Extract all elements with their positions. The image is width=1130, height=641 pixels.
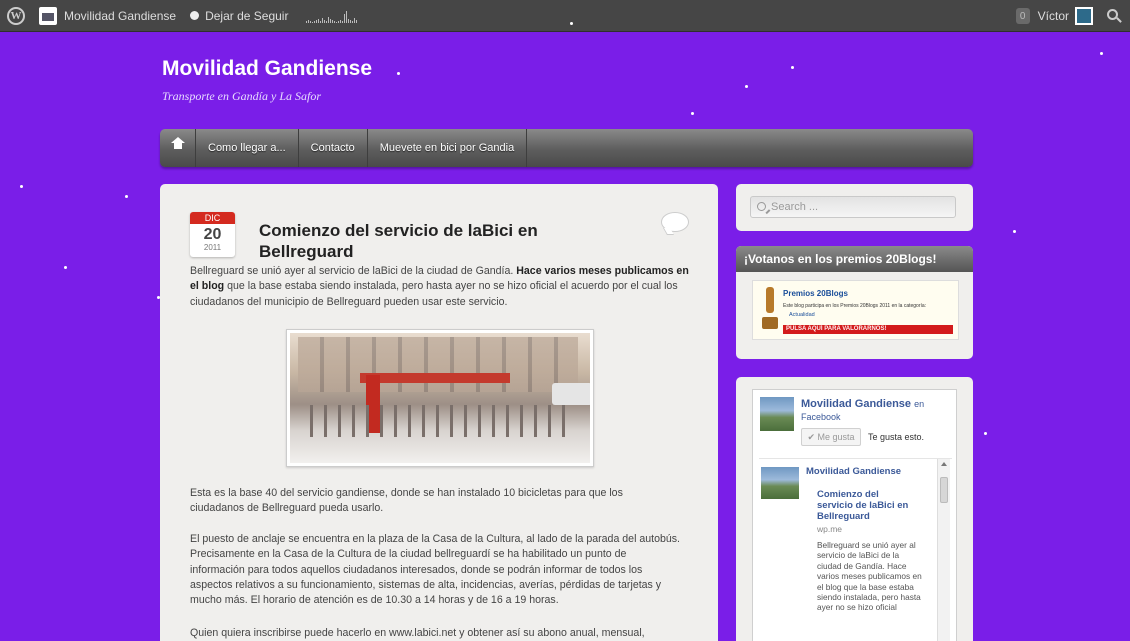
snowflake bbox=[1100, 52, 1103, 55]
photo-van bbox=[552, 383, 590, 405]
nav-home[interactable] bbox=[160, 129, 196, 167]
date-day: 20 bbox=[203, 226, 222, 243]
snowflake bbox=[745, 85, 748, 88]
date-badge: DIC 20 2011 bbox=[190, 212, 235, 257]
snowflake bbox=[1013, 230, 1016, 233]
post-paragraph-3: El puesto de anclaje se encuentra en la … bbox=[190, 533, 681, 607]
home-icon bbox=[170, 137, 185, 153]
photo-buildings bbox=[298, 337, 578, 392]
site-description: Transporte en Gandía y La Safor bbox=[162, 89, 322, 103]
premios-widget-title: ¡Votanos en los premios 20Blogs! bbox=[736, 246, 973, 272]
premios-vote-button[interactable]: PULSA AQUÍ PARA VALORARNOS! bbox=[783, 325, 953, 334]
wordpress-logo-icon: W bbox=[7, 6, 25, 25]
follow-label: Dejar de Seguir bbox=[205, 8, 289, 23]
admin-site-name: Movilidad Gandiense bbox=[64, 8, 177, 23]
p1-text-b: que la base estaba siendo instalada, per… bbox=[190, 280, 678, 308]
fb-on: en bbox=[914, 399, 925, 409]
snowflake bbox=[397, 72, 400, 75]
bike-station-photo bbox=[290, 333, 590, 463]
search-icon[interactable] bbox=[1107, 9, 1118, 20]
photo-awning bbox=[360, 373, 510, 383]
site-menu[interactable]: Movilidad Gandiense bbox=[32, 0, 183, 32]
search-input[interactable] bbox=[771, 197, 951, 217]
p1-text-a: Bellreguard se unió ayer al servicio de … bbox=[190, 265, 514, 277]
search-widget bbox=[736, 184, 973, 231]
follow-button[interactable]: Dejar de Seguir bbox=[183, 0, 295, 32]
admin-bar-right: 0 Víctor bbox=[1015, 0, 1130, 32]
nav-item-bici[interactable]: Muevete en bici por Gandia bbox=[368, 129, 528, 167]
feed-page-name[interactable]: Movilidad Gandiense bbox=[806, 466, 901, 477]
site-title[interactable]: Movilidad Gandiense bbox=[162, 57, 372, 81]
like-status: Te gusta esto. bbox=[868, 432, 925, 442]
post-paragraph-1: Bellreguard se unió ayer al servicio de … bbox=[190, 264, 690, 310]
premios-banner-title: Premios 20Blogs bbox=[783, 289, 848, 298]
post-paragraph-2: Esta es la base 40 del servicio gandiens… bbox=[190, 487, 623, 515]
premios-banner[interactable]: Premios 20Blogs Este blog participa en l… bbox=[752, 280, 959, 340]
scroll-thumb[interactable] bbox=[940, 477, 948, 503]
post-paragraph-4: Quien quiera inscribirse puede hacerlo e… bbox=[190, 627, 645, 639]
post-article: DIC 20 2011 Comienzo del servicio de laB… bbox=[160, 184, 718, 641]
snowflake bbox=[64, 266, 67, 269]
like-button[interactable]: ✔ Me gusta bbox=[801, 428, 861, 446]
snowflake bbox=[125, 195, 128, 198]
facebook-widget: Movilidad Gandiense en Facebook ✔ Me gus… bbox=[736, 377, 973, 641]
post-title[interactable]: Comienzo del servicio de laBici en Bellr… bbox=[259, 220, 539, 262]
wordpress-menu[interactable]: W bbox=[0, 0, 32, 32]
snowflake bbox=[691, 112, 694, 115]
snowflake bbox=[570, 22, 573, 25]
facebook-like-box: Movilidad Gandiense en Facebook ✔ Me gus… bbox=[752, 389, 957, 641]
facebook-feed: Movilidad Gandiense Comienzo del servici… bbox=[759, 458, 952, 641]
photo-bike-racks bbox=[310, 405, 570, 437]
premios-widget: ¡Votanos en los premios 20Blogs! Premios… bbox=[736, 246, 973, 359]
scroll-up-icon[interactable] bbox=[941, 462, 947, 466]
search-box bbox=[750, 196, 956, 218]
notifications-badge[interactable]: 0 bbox=[1015, 8, 1030, 24]
user-name[interactable]: Víctor bbox=[1038, 9, 1069, 23]
snowflake bbox=[984, 432, 987, 435]
nav-item-como-llegar[interactable]: Como llegar a... bbox=[196, 129, 299, 167]
stats-sparkline[interactable] bbox=[295, 0, 364, 32]
fb-network: Facebook bbox=[801, 412, 841, 422]
fb-page-title: Movilidad Gandiense bbox=[801, 398, 912, 410]
date-month: DIC bbox=[190, 212, 235, 224]
feed-post-text: Bellreguard se unió ayer al servicio de … bbox=[817, 540, 922, 613]
follow-icon bbox=[190, 11, 200, 20]
post-image[interactable] bbox=[286, 329, 594, 467]
feed-scrollbar[interactable] bbox=[937, 459, 950, 641]
snowflake bbox=[791, 66, 794, 69]
avatar[interactable] bbox=[1075, 7, 1093, 25]
site-blavatar-icon bbox=[39, 6, 57, 25]
microphone-icon bbox=[761, 287, 779, 331]
fb-page-name[interactable]: Movilidad Gandiense en bbox=[801, 398, 924, 410]
date-year: 2011 bbox=[203, 243, 222, 252]
feed-post-title[interactable]: Comienzo del servicio de laBici en Bellr… bbox=[817, 489, 917, 522]
page-thumbnail[interactable] bbox=[760, 397, 794, 431]
admin-bar: W Movilidad Gandiense Dejar de Seguir 0 … bbox=[0, 0, 1130, 32]
search-magnifier-icon bbox=[757, 202, 766, 211]
feed-thumbnail[interactable] bbox=[761, 467, 799, 499]
comment-bubble-icon[interactable] bbox=[661, 212, 689, 232]
snowflake bbox=[20, 185, 23, 188]
premios-banner-desc: Este blog participa en los Premios 20Blo… bbox=[783, 303, 927, 309]
premios-banner-category: Actualidad bbox=[789, 312, 815, 318]
feed-domain: wp.me bbox=[817, 524, 843, 534]
main-navigation: Como llegar a... Contacto Muevete en bic… bbox=[160, 129, 973, 167]
sparkline-icon bbox=[306, 9, 358, 23]
nav-item-contacto[interactable]: Contacto bbox=[299, 129, 368, 167]
